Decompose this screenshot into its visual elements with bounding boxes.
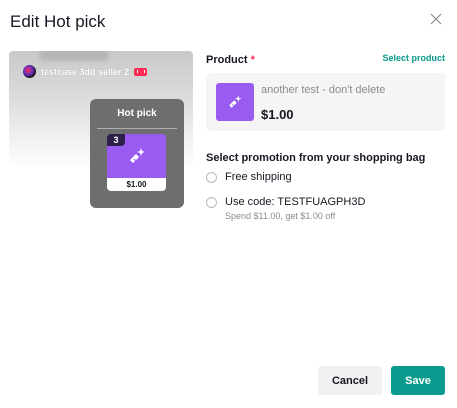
close-icon[interactable] bbox=[429, 12, 443, 26]
edit-hot-pick-dialog: Edit Hot pick testcase 3dd seller 2 Hot … bbox=[0, 0, 457, 408]
live-preview: testcase 3dd seller 2 Hot pick 3 $1.00 bbox=[9, 51, 193, 210]
promotion-heading: Select promotion from your shopping bag bbox=[206, 152, 426, 164]
product-label: Product * bbox=[206, 54, 255, 66]
product-label-text: Product bbox=[206, 54, 248, 66]
dialog-title: Edit Hot pick bbox=[10, 12, 106, 31]
product-name: another test - don't delete bbox=[261, 84, 386, 96]
promotion-option-label: Free shipping bbox=[225, 171, 292, 183]
select-product-link[interactable]: Select product bbox=[382, 53, 445, 63]
item-price: $1.00 bbox=[107, 178, 166, 191]
selected-product-card: another test - don't delete $1.00 bbox=[206, 73, 445, 131]
seller-info: testcase 3dd seller 2 bbox=[23, 65, 148, 78]
hot-pick-item: 3 $1.00 bbox=[107, 134, 166, 191]
promotion-option-label: Use code: TESTFUAGPH3D bbox=[225, 196, 366, 208]
save-button[interactable]: Save bbox=[391, 366, 445, 395]
cancel-button[interactable]: Cancel bbox=[318, 366, 382, 395]
hot-pick-card: Hot pick 3 $1.00 bbox=[90, 99, 184, 208]
promotion-option-free-shipping[interactable]: Free shipping bbox=[206, 171, 292, 183]
radio-button[interactable] bbox=[206, 197, 217, 208]
radio-button[interactable] bbox=[206, 172, 217, 183]
promotion-option-code[interactable]: Use code: TESTFUAGPH3D Spend $11.00, get… bbox=[206, 196, 365, 221]
divider bbox=[97, 128, 177, 129]
hot-pick-title: Hot pick bbox=[117, 108, 157, 119]
product-price: $1.00 bbox=[261, 107, 294, 122]
product-sparkle-icon bbox=[216, 83, 254, 121]
avatar bbox=[23, 65, 36, 78]
required-marker: * bbox=[250, 54, 255, 66]
preview-background bbox=[39, 51, 109, 61]
item-number-badge: 3 bbox=[107, 134, 125, 146]
seller-name: testcase 3dd seller 2 bbox=[41, 66, 130, 77]
promotion-option-sublabel: Spend $11.00, get $1.00 off bbox=[225, 211, 336, 221]
live-icon bbox=[134, 67, 148, 76]
